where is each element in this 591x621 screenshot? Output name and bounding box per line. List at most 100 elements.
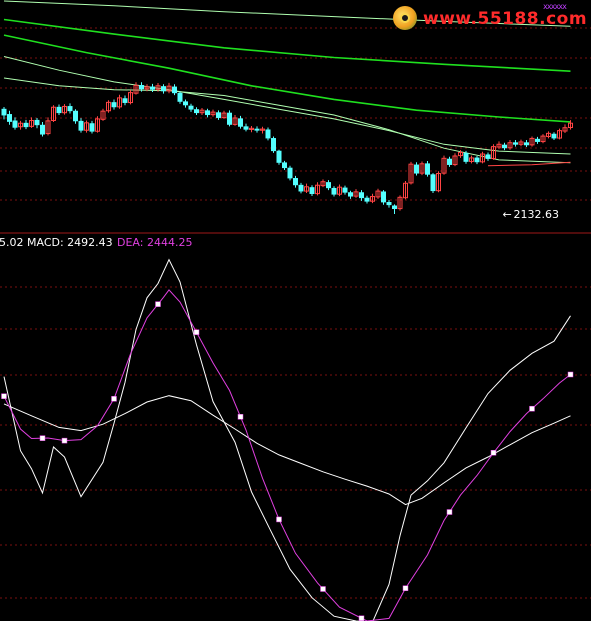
candle xyxy=(111,99,117,110)
macd-value-label: MACD: 2492.43 xyxy=(27,236,113,249)
candle-body xyxy=(150,86,155,90)
candle xyxy=(375,188,381,199)
candle-body xyxy=(381,191,386,203)
candle xyxy=(529,136,535,147)
candle-body xyxy=(447,158,452,165)
candle xyxy=(524,139,529,148)
candle-body xyxy=(271,138,276,152)
candle xyxy=(205,108,210,118)
candle xyxy=(62,104,67,115)
site-logo[interactable]: www.55188.com xxxxxx xyxy=(393,2,587,35)
candle xyxy=(441,155,447,175)
candle xyxy=(392,204,397,214)
candle-body xyxy=(78,120,84,131)
candle xyxy=(23,119,29,130)
dea-marker xyxy=(490,450,497,456)
candle xyxy=(474,155,480,165)
candle xyxy=(518,139,524,147)
candle-body xyxy=(216,112,221,118)
candle-body xyxy=(194,109,199,114)
dea-value-label: DEA: 2444.25 xyxy=(117,236,192,249)
candle xyxy=(447,156,452,167)
candle xyxy=(51,105,56,123)
candle xyxy=(12,117,18,130)
dea-marker xyxy=(358,615,365,621)
candle-body xyxy=(34,119,40,126)
macd-partial-value: 5.02 xyxy=(0,236,24,249)
macd-lines xyxy=(3,258,571,621)
candle-body xyxy=(23,122,29,128)
candle xyxy=(309,185,315,196)
candle xyxy=(188,103,194,112)
dea-marker xyxy=(529,405,535,412)
candle xyxy=(18,120,23,130)
candle xyxy=(491,144,496,160)
candle-body xyxy=(12,120,18,128)
candle-body xyxy=(183,101,188,106)
candle xyxy=(364,195,370,204)
candle-body xyxy=(414,164,419,174)
candle xyxy=(507,139,513,150)
candle xyxy=(403,180,408,200)
candle xyxy=(293,175,298,188)
candle xyxy=(199,108,205,116)
candle-body xyxy=(359,192,364,199)
candle-body xyxy=(254,128,260,131)
candle-body xyxy=(309,187,315,195)
candle xyxy=(128,90,133,105)
candle xyxy=(557,128,562,140)
candle xyxy=(359,190,364,201)
candle xyxy=(34,117,40,129)
candle xyxy=(320,179,326,188)
candle xyxy=(535,136,540,144)
candle-body xyxy=(188,105,194,110)
candle xyxy=(337,184,342,197)
candle xyxy=(304,183,309,194)
candle xyxy=(265,127,271,141)
candle xyxy=(502,142,507,151)
candle-body xyxy=(122,98,128,103)
candle xyxy=(45,117,51,136)
moving-average-line xyxy=(3,34,571,123)
low-price-label: 2132.63 xyxy=(514,208,560,221)
logo-emblem-icon xyxy=(393,6,417,30)
candle xyxy=(408,161,414,185)
candle-body xyxy=(502,144,507,149)
candle-body xyxy=(326,182,331,189)
moving-average-line xyxy=(487,161,571,167)
candle-body xyxy=(7,114,12,122)
candle xyxy=(436,171,441,193)
candle xyxy=(254,126,260,133)
dea-marker xyxy=(320,586,326,592)
candle-body xyxy=(276,150,282,163)
dea-line xyxy=(3,289,571,621)
candle xyxy=(342,185,348,195)
candle xyxy=(419,161,425,176)
candle-body xyxy=(139,85,144,90)
candle xyxy=(397,195,403,211)
grid-lines xyxy=(0,27,591,599)
macd-line xyxy=(3,395,571,506)
dea-marker xyxy=(193,329,200,335)
dea-marker xyxy=(111,396,117,402)
candle-body xyxy=(425,163,430,175)
dea-marker xyxy=(276,516,282,523)
candle xyxy=(194,107,199,116)
diff-line xyxy=(3,258,571,621)
candle xyxy=(56,104,62,116)
candle-body xyxy=(177,92,183,102)
candle-body xyxy=(513,142,518,145)
candle-body xyxy=(342,187,348,193)
candle xyxy=(1,107,7,120)
candle-body xyxy=(287,167,293,179)
dea-marker xyxy=(237,414,244,420)
candle xyxy=(551,132,557,140)
candle-body xyxy=(485,154,491,159)
dea-marker xyxy=(446,509,453,515)
stock-chart: ← 2132.63 5.02 MACD: 2492.43 DEA: 2444.25 xyxy=(0,0,591,621)
moving-average-line xyxy=(3,56,571,155)
candle xyxy=(78,118,84,133)
candle xyxy=(480,151,485,164)
candle-body xyxy=(463,152,469,162)
candle xyxy=(100,108,106,121)
